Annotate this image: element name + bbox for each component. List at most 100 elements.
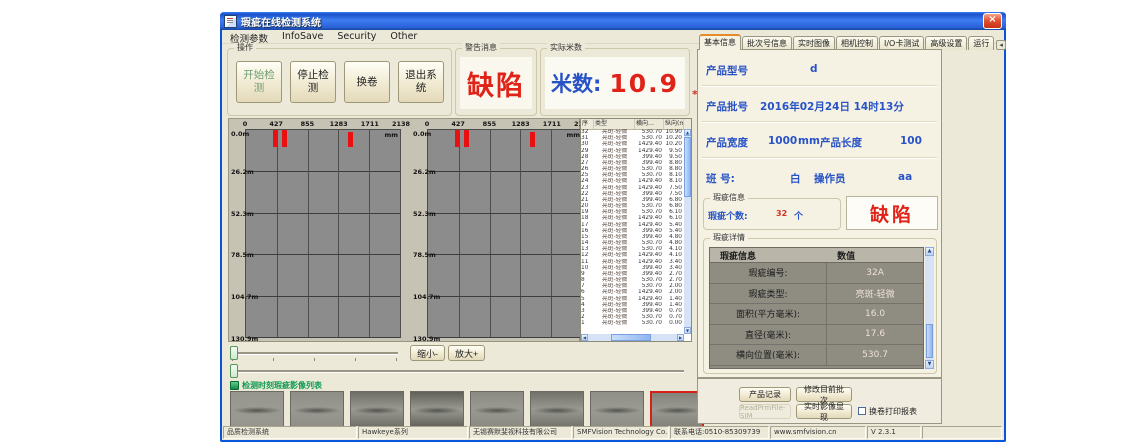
table-row[interactable]: 瑕疵编号:32A — [710, 263, 923, 284]
tab-0[interactable]: 基本信息 — [699, 34, 741, 50]
status-segment-7 — [922, 426, 1002, 439]
close-icon[interactable]: × — [983, 13, 1002, 29]
defect-thumbnail-1[interactable] — [230, 391, 284, 428]
right-panel-tabs: 基本信息批次号信息实时图像相机控制I/O卡测试高级设置运行◂ — [699, 36, 1006, 50]
scroll-left-icon[interactable]: ◀ — [581, 334, 588, 341]
y-axis-tick: 26.2m — [413, 168, 436, 176]
map-scroll-slider-thumb[interactable] — [230, 346, 238, 360]
x-axis-tick: 0 — [243, 120, 248, 128]
detail-label: 横向位置(毫米): — [710, 345, 827, 365]
product-width-value: 1000 — [768, 135, 797, 147]
defect-mark[interactable] — [273, 130, 278, 147]
scroll-up-icon[interactable]: ▲ — [925, 247, 934, 256]
op-button-0[interactable]: 开始检测 — [236, 61, 282, 103]
realtime-view-button[interactable]: 实时影像显现 — [796, 404, 852, 419]
defect-thumbnail-8[interactable] — [650, 391, 704, 428]
detail-value: 530.7 — [827, 345, 923, 365]
scroll-thumb[interactable] — [684, 137, 691, 197]
table-row[interactable]: 面积(平方毫米):16.0 — [710, 304, 923, 325]
product-batch-row: 产品批号 2016年02月24日 14时13分 — [702, 92, 937, 123]
grid-line — [338, 130, 339, 337]
grid-line — [428, 337, 582, 338]
meter-box: 米数: 10.9 — [545, 57, 685, 109]
defect-mark[interactable] — [464, 130, 469, 147]
flaw-details-group: 瑕疵详情 瑕疵信息数值 瑕疵编号:32A瑕疵类型:亮斑-轻微面积(平方毫米):1… — [703, 238, 937, 374]
product-record-button[interactable]: 产品记录 — [739, 387, 791, 402]
flaw-count-value: 32 — [776, 209, 787, 218]
warning-group-label: 警告消息 — [462, 43, 500, 53]
op-button-2[interactable]: 换卷 — [344, 61, 390, 103]
tab-2[interactable]: 实时图像 — [793, 36, 835, 50]
defect-thumbnail-3[interactable] — [350, 391, 404, 428]
flaw-alarm-box: 缺陷 — [846, 196, 938, 230]
y-axis-tick: 0.0m — [413, 130, 431, 138]
app-window: 瑕疵在线检测系统 × 检测参数 InfoSave Security Other 操作 … — [220, 12, 1006, 442]
warning-group: 警告消息 缺陷 — [455, 48, 537, 116]
tab-3[interactable]: 相机控制 — [836, 36, 878, 50]
table-row[interactable]: 瑕疵类型:亮斑-轻微 — [710, 284, 923, 305]
detail-value: 16.0 — [827, 304, 923, 324]
flaw-details-scrollbar[interactable]: ▲ ▼ — [925, 247, 934, 369]
product-size-row: 产品宽度 1000 mm 产品长度 100 — [702, 128, 937, 159]
defect-thumbnail-2[interactable] — [290, 391, 344, 428]
status-segment-3: SMFVision Technology Co., Ltd — [573, 426, 669, 439]
scroll-thumb[interactable] — [611, 334, 651, 341]
op-button-1[interactable]: 停止检测 — [290, 61, 336, 103]
map-scroll-slider[interactable] — [232, 352, 398, 354]
meters-group: 实际米数 米数: 10.9 — [540, 48, 690, 116]
scroll-down-icon[interactable]: ▼ — [684, 327, 691, 334]
thumbnail-scroll-slider[interactable] — [232, 370, 684, 372]
detail-label: 瑕疵编号: — [710, 263, 827, 283]
defect-mark[interactable] — [348, 132, 353, 147]
y-axis-tick: 130.9m — [231, 335, 258, 343]
defect-mark[interactable] — [282, 130, 287, 147]
thumbnail-scroll-slider-thumb[interactable] — [230, 364, 238, 378]
defect-thumbnail-5[interactable] — [470, 391, 524, 428]
defect-thumbnail-7[interactable] — [590, 391, 644, 428]
scroll-right-icon[interactable]: ▶ — [677, 334, 684, 341]
scroll-thumb[interactable] — [926, 324, 933, 358]
flaw-count-unit: 个 — [794, 209, 803, 222]
tab-6[interactable]: 运行 — [968, 36, 994, 50]
product-length-label: 产品长度 — [820, 135, 862, 150]
defect-list-horizontal-scrollbar[interactable]: ◀ ▶ — [581, 334, 684, 341]
defect-mark[interactable] — [530, 132, 535, 147]
tab-4[interactable]: I/O卡测试 — [879, 36, 924, 50]
defect-map-plot: mm — [245, 129, 401, 338]
defect-list-vertical-scrollbar[interactable]: ▲ ▼ — [684, 129, 691, 334]
product-width-unit: mm — [798, 135, 820, 147]
menu-item-2[interactable]: Security — [337, 31, 376, 42]
tab-5[interactable]: 高级设置 — [925, 36, 967, 50]
table-row[interactable]: 1亮斑-轻微530.700.00 — [581, 320, 684, 326]
defect-thumbnail-6[interactable] — [530, 391, 584, 428]
menu-item-0[interactable]: 检测参数 — [230, 31, 268, 42]
flaw-details-table[interactable]: 瑕疵信息数值 瑕疵编号:32A瑕疵类型:亮斑-轻微面积(平方毫米):16.0直径… — [709, 247, 924, 369]
tab-overflow-arrow-icon[interactable]: ◂ — [996, 40, 1006, 50]
table-row[interactable]: 横向位置(毫米):530.7 — [710, 345, 923, 366]
read-prm-file-button[interactable]: ReadPrmFile-SIM — [739, 404, 791, 419]
table-row[interactable]: 直径(毫米):17.6 — [710, 325, 923, 346]
defect-mark[interactable] — [455, 130, 460, 147]
defect-map-left: 0427855128317112138mm0.0m26.2m52.3m78.5m… — [231, 120, 403, 340]
defect-list-table[interactable]: 序类型横向…纵向(m) 32亮斑-轻微530.7010.9031亮斑-轻微530… — [580, 118, 692, 342]
op-button-3[interactable]: 退出系统 — [398, 61, 444, 103]
menu-item-1[interactable]: InfoSave — [282, 31, 323, 42]
scroll-up-icon[interactable]: ▲ — [684, 129, 691, 136]
grid-line — [246, 337, 400, 338]
flaw-info-group: 瑕疵信息 瑕疵个数: 32 个 — [703, 198, 841, 230]
x-axis-tick: 1711 — [361, 120, 379, 128]
operations-group: 操作 开始检测停止检测换卷退出系统 — [227, 48, 452, 116]
title-bar[interactable]: 瑕疵在线检测系统 × — [220, 12, 1006, 30]
zoom-in-button[interactable]: 放大+ — [448, 345, 485, 361]
defect-thumbnail-4[interactable] — [410, 391, 464, 428]
defect-list-col-header: 横向… — [635, 119, 664, 129]
menu-item-3[interactable]: Other — [390, 31, 417, 42]
grid-line — [428, 296, 582, 297]
flaw-info-group-label: 瑕疵信息 — [710, 193, 748, 203]
zoom-out-button[interactable]: 缩小- — [410, 345, 445, 361]
tab-1[interactable]: 批次号信息 — [742, 36, 792, 50]
print-report-checkbox-label: 换卷打印报表 — [869, 406, 917, 417]
print-report-checkbox[interactable] — [858, 407, 866, 415]
scroll-down-icon[interactable]: ▼ — [925, 360, 934, 369]
meter-value: 10.9 — [609, 69, 679, 98]
